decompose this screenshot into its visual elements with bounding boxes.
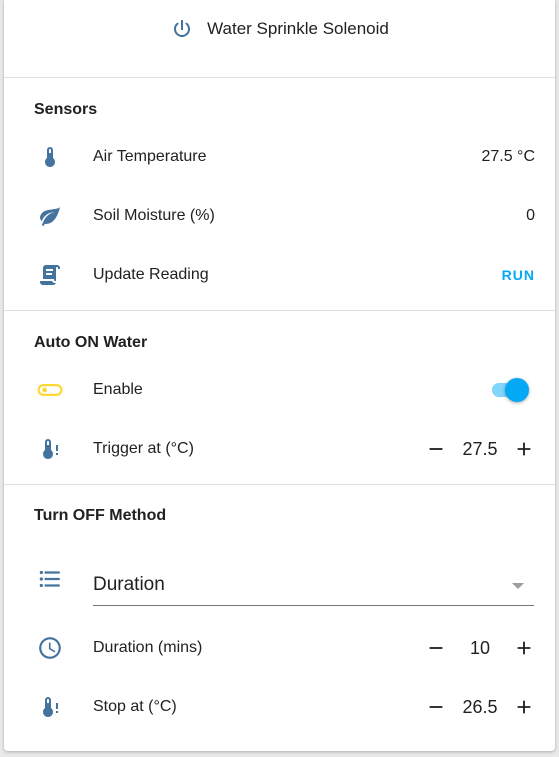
card-title: Water Sprinkle Solenoid — [207, 18, 389, 38]
section-title: Auto ON Water — [34, 334, 148, 351]
trigger-stepper: 27.5 — [423, 434, 537, 464]
increment-button[interactable] — [511, 694, 537, 720]
soil-moisture-value: 0 — [526, 207, 535, 224]
card-header: Water Sprinkle Solenoid — [4, 0, 555, 78]
decrement-button[interactable] — [423, 436, 449, 462]
sensors-section: Sensors Air Temperature 27.5 °C Soil Moi… — [4, 78, 555, 311]
enable-label: Enable — [93, 381, 143, 398]
soil-moisture-row[interactable]: Soil Moisture (%) 0 — [4, 196, 555, 236]
soil-moisture-label: Soil Moisture (%) — [93, 207, 215, 224]
method-select[interactable]: Duration — [93, 557, 534, 606]
thermometer-alert-icon — [34, 433, 66, 465]
script-icon — [34, 259, 66, 291]
run-button[interactable]: RUN — [502, 267, 535, 283]
enable-row[interactable]: Enable — [4, 370, 555, 410]
trigger-value[interactable]: 27.5 — [461, 439, 499, 460]
update-reading-label: Update Reading — [93, 266, 209, 283]
thermometer-alert-icon — [34, 691, 66, 723]
section-title: Turn OFF Method — [34, 507, 167, 524]
clock-icon — [34, 632, 66, 664]
chevron-down-icon[interactable] — [512, 583, 524, 589]
stop-at-label: Stop at (°C) — [93, 698, 177, 715]
entities-card: Water Sprinkle Solenoid Sensors Air Temp… — [4, 0, 555, 751]
method-selected-value: Duration — [93, 574, 165, 595]
power-icon[interactable] — [170, 17, 194, 41]
duration-row: Duration (mins) 10 — [4, 628, 555, 668]
air-temperature-value: 27.5 °C — [481, 148, 535, 165]
trigger-row: Trigger at (°C) 27.5 — [4, 429, 555, 469]
toggle-icon — [34, 374, 66, 406]
air-temperature-row[interactable]: Air Temperature 27.5 °C — [4, 137, 555, 177]
duration-value[interactable]: 10 — [461, 638, 499, 659]
duration-stepper: 10 — [423, 633, 537, 663]
leaf-icon — [34, 200, 66, 232]
decrement-button[interactable] — [423, 635, 449, 661]
decrement-button[interactable] — [423, 694, 449, 720]
stop-at-stepper: 26.5 — [423, 692, 537, 722]
list-icon — [34, 563, 66, 595]
section-title: Sensors — [34, 101, 98, 118]
air-temperature-label: Air Temperature — [93, 148, 207, 165]
stop-at-value[interactable]: 26.5 — [461, 697, 499, 718]
auto-on-section: Auto ON Water Enable Trigger at (°C) 27.… — [4, 311, 555, 485]
thermometer-icon — [34, 141, 66, 173]
enable-switch[interactable] — [489, 378, 529, 402]
update-reading-row: Update Reading RUN — [4, 255, 555, 295]
stop-at-row: Stop at (°C) 26.5 — [4, 687, 555, 727]
switch-knob — [505, 378, 529, 402]
duration-label: Duration (mins) — [93, 639, 203, 656]
increment-button[interactable] — [511, 635, 537, 661]
trigger-label: Trigger at (°C) — [93, 440, 194, 457]
increment-button[interactable] — [511, 436, 537, 462]
